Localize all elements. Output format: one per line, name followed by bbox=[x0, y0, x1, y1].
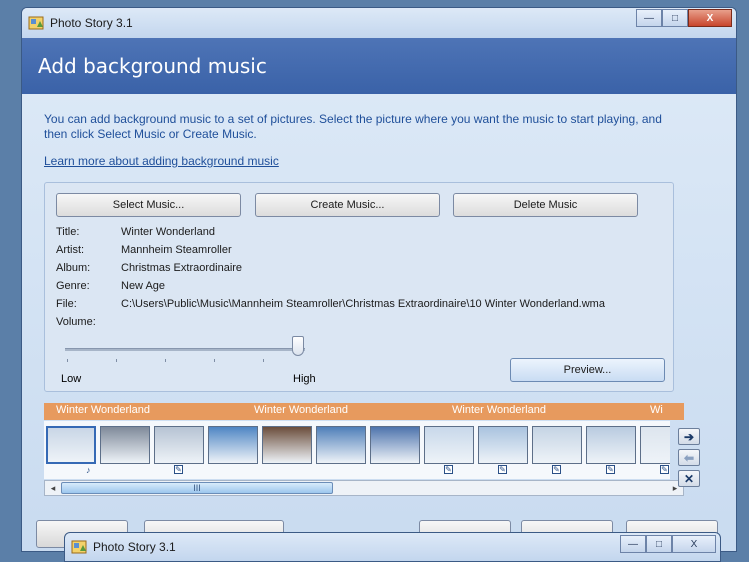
info-key: Artist: bbox=[56, 244, 85, 256]
edit-indicator-icon: ✎ bbox=[498, 465, 507, 474]
music-info: Title: Winter Wonderland Artist: Mannheim … bbox=[56, 226, 605, 334]
music-panel: Select Music... Create Music... Delete M… bbox=[44, 182, 674, 392]
info-row-title: Title: Winter Wonderland bbox=[56, 226, 605, 244]
volume-low-label: Low bbox=[61, 373, 82, 385]
picture-thumbnail[interactable] bbox=[100, 426, 150, 464]
page-title: Add background music bbox=[38, 54, 267, 78]
select-music-button[interactable]: Select Music... bbox=[56, 193, 241, 217]
info-value: Christmas Extraordinaire bbox=[121, 262, 243, 274]
picture-thumbnail[interactable] bbox=[316, 426, 366, 464]
info-row-volume: Volume: bbox=[56, 316, 605, 334]
info-key: File: bbox=[56, 298, 77, 310]
second-window-controls: — □ X bbox=[620, 535, 716, 553]
music-note-icon: ♪ bbox=[86, 465, 91, 475]
close-button[interactable]: X bbox=[688, 9, 732, 27]
info-key: Album: bbox=[56, 262, 91, 274]
picture-thumbnail[interactable] bbox=[586, 426, 636, 464]
music-track-strip: Winter Wonderland Winter Wonderland Wint… bbox=[44, 403, 684, 420]
info-row-file: File: C:\Users\Public\Music\Mannheim Stea… bbox=[56, 298, 605, 316]
move-left-arrow-icon[interactable]: ⬅ bbox=[678, 449, 700, 466]
track-label: Wi bbox=[650, 404, 663, 416]
title-bar[interactable]: Photo Story 3.1 — □ X bbox=[22, 8, 736, 38]
picture-thumbnail[interactable] bbox=[154, 426, 204, 464]
window-controls: — □ X bbox=[636, 9, 732, 27]
picture-thumbnail[interactable] bbox=[532, 426, 582, 464]
minimize-button[interactable]: — bbox=[636, 9, 662, 27]
volume-tick bbox=[165, 359, 166, 362]
second-photo-story-window[interactable]: Photo Story 3.1 — □ X bbox=[64, 532, 721, 562]
scrollbar-thumb[interactable]: III bbox=[61, 482, 333, 494]
remove-picture-icon[interactable]: ✕ bbox=[678, 470, 700, 487]
content-area: You can add background music to a set of… bbox=[22, 94, 736, 551]
edit-indicator-icon: ✎ bbox=[444, 465, 453, 474]
volume-tick bbox=[214, 359, 215, 362]
minimize-button[interactable]: — bbox=[620, 535, 646, 553]
info-key: Title: bbox=[56, 226, 80, 238]
picture-thumbnail[interactable] bbox=[262, 426, 312, 464]
learn-more-link[interactable]: Learn more about adding background music bbox=[44, 154, 279, 168]
info-key: Volume: bbox=[56, 316, 96, 328]
window-title: Photo Story 3.1 bbox=[50, 16, 133, 30]
edit-indicator-icon: ✎ bbox=[174, 465, 183, 474]
info-row-genre: Genre: New Age bbox=[56, 280, 605, 298]
info-row-album: Album: Christmas Extraordinaire bbox=[56, 262, 605, 280]
volume-slider-track[interactable] bbox=[65, 348, 305, 351]
volume-high-label: High bbox=[293, 373, 316, 385]
intro-text: You can add background music to a set of… bbox=[44, 112, 662, 141]
picture-filmstrip: ♪ ✎ ✎ ✎ ✎ ✎ ✎ bbox=[44, 421, 670, 479]
scroll-left-arrow-icon[interactable]: ◂ bbox=[46, 481, 60, 495]
close-button[interactable]: X bbox=[672, 535, 716, 553]
move-right-arrow-icon[interactable]: ➔ bbox=[678, 428, 700, 445]
picture-thumbnail[interactable] bbox=[640, 426, 670, 464]
create-music-button[interactable]: Create Music... bbox=[255, 193, 440, 217]
picture-thumbnail[interactable] bbox=[46, 426, 96, 464]
picture-thumbnail[interactable] bbox=[424, 426, 474, 464]
volume-tick bbox=[263, 359, 264, 362]
picture-thumbnail[interactable] bbox=[370, 426, 420, 464]
edit-indicator-icon: ✎ bbox=[606, 465, 615, 474]
photo-story-app-icon bbox=[71, 539, 87, 555]
track-label: Winter Wonderland bbox=[452, 404, 546, 416]
maximize-button[interactable]: □ bbox=[662, 9, 688, 27]
picture-thumbnail[interactable] bbox=[478, 426, 528, 464]
page-header: Add background music bbox=[22, 38, 736, 94]
delete-music-button[interactable]: Delete Music bbox=[453, 193, 638, 217]
track-label: Winter Wonderland bbox=[254, 404, 348, 416]
maximize-button[interactable]: □ bbox=[646, 535, 672, 553]
info-value: C:\Users\Public\Music\Mannheim Steamroll… bbox=[121, 298, 605, 310]
info-value: Winter Wonderland bbox=[121, 226, 215, 238]
photo-story-app-icon bbox=[28, 15, 44, 31]
info-key: Genre: bbox=[56, 280, 90, 292]
track-label: Winter Wonderland bbox=[56, 404, 150, 416]
info-value: New Age bbox=[121, 280, 166, 292]
photo-story-window: Photo Story 3.1 — □ X Add background mus… bbox=[21, 7, 737, 552]
edit-indicator-icon: ✎ bbox=[552, 465, 561, 474]
volume-slider-thumb[interactable] bbox=[291, 336, 304, 356]
info-value: Mannheim Steamroller bbox=[121, 244, 232, 256]
filmstrip-scrollbar[interactable]: ◂ III ▸ bbox=[44, 480, 684, 496]
info-row-artist: Artist: Mannheim Steamroller bbox=[56, 244, 605, 262]
volume-tick bbox=[116, 359, 117, 362]
picture-thumbnail[interactable] bbox=[208, 426, 258, 464]
edit-indicator-icon: ✎ bbox=[660, 465, 669, 474]
preview-button[interactable]: Preview... bbox=[510, 358, 665, 382]
volume-tick bbox=[67, 359, 68, 362]
